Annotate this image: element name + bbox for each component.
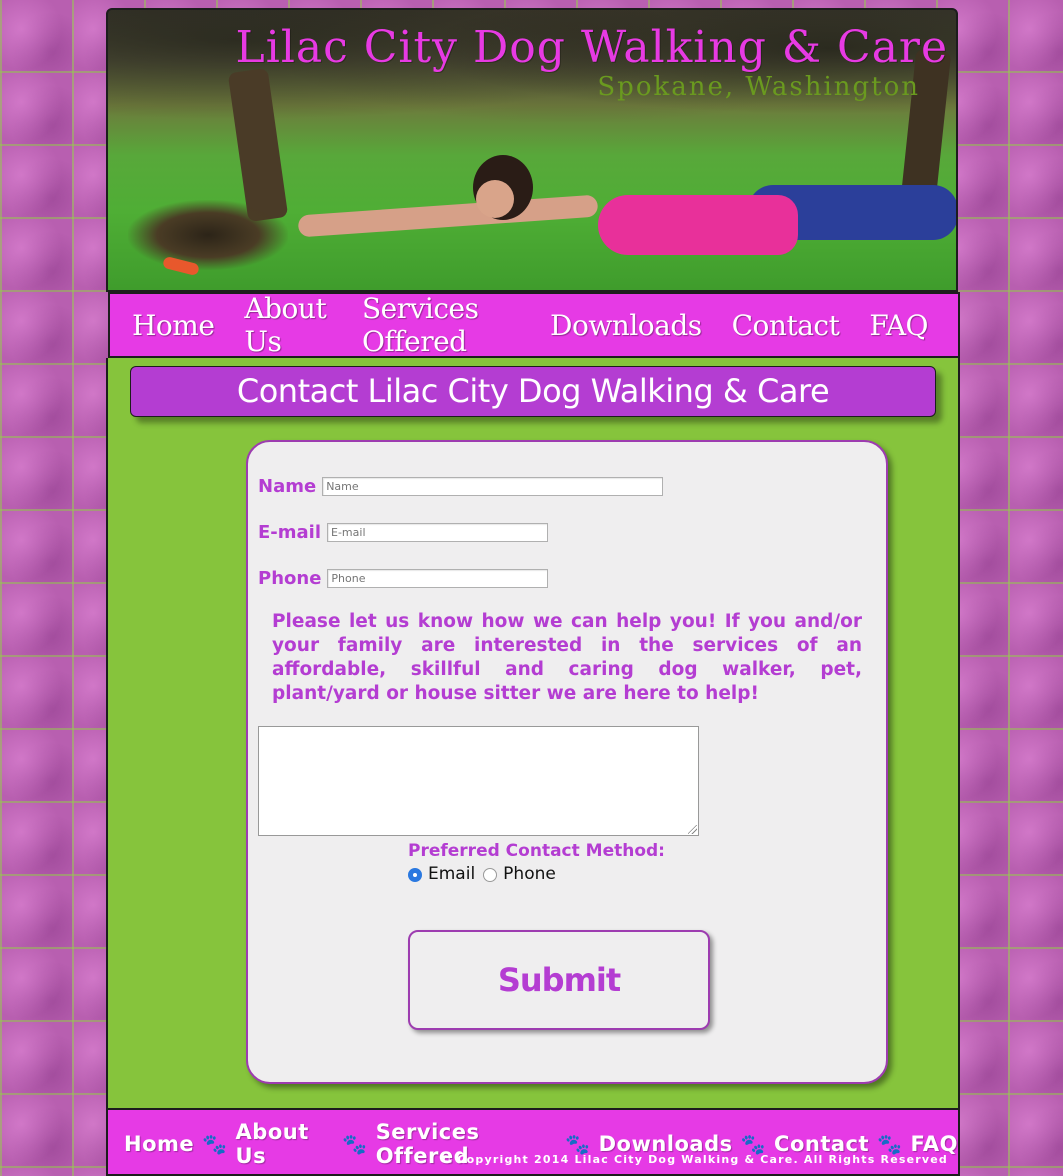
banner-photo-person-face	[476, 180, 514, 218]
phone-label: Phone	[258, 568, 322, 589]
phone-input[interactable]	[327, 569, 549, 588]
nav-link-contact[interactable]: Contact	[732, 309, 840, 342]
email-row: E-mail	[258, 522, 549, 543]
main-content: Contact Lilac City Dog Walking & Care Na…	[106, 358, 960, 1108]
paw-icon: 🐾	[202, 1132, 228, 1156]
phone-row: Phone	[258, 568, 549, 589]
email-radio-label[interactable]: Email	[428, 864, 475, 884]
email-input[interactable]	[327, 523, 549, 542]
page-title: Contact Lilac City Dog Walking & Care	[130, 366, 936, 417]
preferred-contact-label: Preferred Contact Method:	[408, 841, 665, 861]
site-subtitle: Spokane, Washington	[597, 72, 920, 102]
phone-radio-label[interactable]: Phone	[503, 864, 556, 884]
paw-icon: 🐾	[342, 1132, 368, 1156]
nav-link-home[interactable]: Home	[132, 309, 215, 342]
footer-link-home[interactable]: Home	[124, 1132, 194, 1156]
page-wrapper: Lilac City Dog Walking & Care Spokane, W…	[106, 8, 960, 1176]
footer-link-about-us[interactable]: About Us	[236, 1120, 335, 1168]
nav-link-about-us[interactable]: About Us	[244, 292, 332, 358]
banner-photo-person-body	[598, 195, 798, 255]
banner-photo-dog	[128, 200, 288, 270]
contact-form: Name E-mail Phone Please let us know how…	[246, 440, 888, 1084]
message-textarea[interactable]	[258, 726, 699, 836]
banner-photo-person-arms	[297, 194, 599, 238]
nav-link-downloads[interactable]: Downloads	[550, 309, 702, 342]
name-input[interactable]	[322, 477, 664, 496]
phone-radio[interactable]	[483, 868, 498, 882]
email-label: E-mail	[258, 522, 322, 543]
name-label: Name	[258, 476, 317, 497]
email-radio[interactable]	[408, 868, 422, 882]
resize-grip-icon[interactable]	[688, 825, 697, 834]
name-row: Name	[258, 476, 664, 497]
site-title: Lilac City Dog Walking & Care	[235, 22, 948, 73]
footer: Home 🐾 About Us 🐾 Services Offered 🐾 Dow…	[106, 1108, 960, 1176]
message-prompt: Please let us know how we can help you! …	[272, 611, 862, 704]
nav-link-faq[interactable]: FAQ	[869, 309, 928, 342]
main-nav: Home About Us Services Offered Downloads…	[108, 292, 960, 358]
submit-button[interactable]: Submit	[408, 930, 710, 1030]
preferred-contact-options: Email Phone	[408, 864, 556, 884]
nav-link-services-offered[interactable]: Services Offered	[362, 292, 520, 358]
copyright-text: © Copyright 2014 Lilac City Dog Walking …	[440, 1153, 948, 1166]
header-banner: Lilac City Dog Walking & Care Spokane, W…	[106, 8, 958, 292]
